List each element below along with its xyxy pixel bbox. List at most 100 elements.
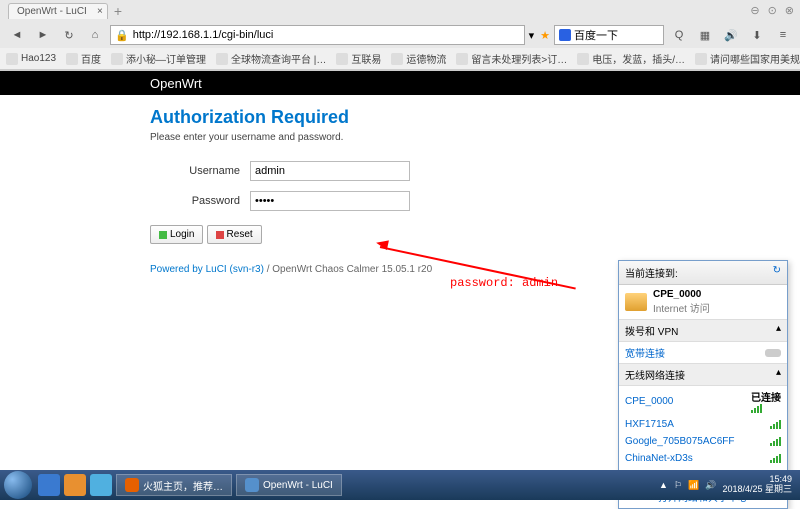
cancel-icon (216, 231, 224, 239)
footer: Powered by LuCI (svn-r3) / OpenWrt Chaos… (150, 264, 650, 275)
header-bar: OpenWrt (0, 71, 800, 95)
refresh-icon[interactable]: ↻ (773, 265, 781, 280)
arrow-head-icon (375, 238, 389, 250)
nav-toolbar: ◄ ► ↻ ⌂ 🔒 http://192.168.1.1/cgi-bin/luc… (0, 22, 800, 48)
bookmark-item[interactable]: 互联易 (336, 51, 381, 66)
taskbar-task[interactable]: OpenWrt - LuCI (236, 474, 342, 496)
tab-title: OpenWrt - LuCI (17, 6, 87, 17)
login-button[interactable]: Login (150, 225, 203, 244)
url-text: http://192.168.1.1/cgi-bin/luci (133, 29, 274, 41)
bookmark-item[interactable]: 留言未处理列表>订… (456, 51, 567, 66)
bookmark-item[interactable]: 请问哪些国家用美规… (695, 51, 800, 66)
favicon-icon (695, 53, 707, 65)
taskbar-task[interactable]: 火狐主页，推荐… (116, 474, 232, 496)
taskbar: 火狐主页，推荐… OpenWrt - LuCI ▲ ⚐ 📶 🔊 15:49 20… (0, 470, 800, 500)
bookmark-item[interactable]: 电压，发蓝，插头/… (577, 51, 685, 66)
volume-icon[interactable]: 🔊 (705, 480, 716, 491)
star-icon[interactable]: ★ (540, 29, 550, 42)
check-icon (159, 231, 167, 239)
favicon-icon (111, 53, 123, 65)
bookmark-item[interactable]: 添小秘—订单管理 (111, 51, 206, 66)
baidu-icon (559, 29, 571, 41)
favicon-icon (456, 53, 468, 65)
wifi-network-item[interactable]: ChinaNet-xD3s (619, 450, 787, 467)
close-icon[interactable]: × (97, 6, 103, 17)
reset-label: Reset (227, 229, 253, 240)
search-button[interactable]: Q (668, 25, 690, 45)
username-label: Username (150, 165, 250, 177)
chevron-up-icon[interactable]: ▴ (776, 367, 781, 382)
section-dial: 拨号和 VPN (625, 323, 678, 338)
clock[interactable]: 15:49 2018/4/25 星期三 (722, 475, 792, 495)
favicon-icon (336, 53, 348, 65)
luci-icon (245, 478, 259, 492)
favicon-icon (66, 53, 78, 65)
bookmark-label: Hao123 (21, 53, 56, 64)
section-wifi: 无线网络连接 (625, 367, 685, 382)
home-button[interactable]: ⌂ (84, 25, 106, 45)
lock-icon: 🔒 (115, 29, 129, 42)
popup-title: 当前连接到: (625, 265, 678, 280)
firefox-icon (125, 478, 139, 492)
current-network-name: CPE_0000 (653, 289, 710, 300)
signal-icon (770, 437, 781, 446)
bookmark-item[interactable]: 百度 (66, 51, 101, 66)
dial-item-label: 宽带连接 (625, 345, 665, 360)
wifi-name: CPE_0000 (625, 396, 673, 407)
router-icon (625, 293, 647, 311)
bookmark-label: 添小秘—订单管理 (126, 51, 206, 66)
annotation-text: password: admin (450, 276, 558, 290)
wifi-network-item[interactable]: CPE_0000 已连接 (619, 386, 787, 416)
close-window-icon[interactable]: ⊗ (785, 4, 794, 17)
tray-icon[interactable]: ▲ (659, 480, 668, 490)
bookmark-bar: Hao123 百度 添小秘—订单管理 全球物流查询平台 |… 互联易 运德物流 … (0, 48, 800, 70)
connected-badge: 已连接 (751, 393, 781, 404)
task-label: 火狐主页，推荐… (143, 478, 223, 493)
bookmark-label: 请问哪些国家用美规… (710, 51, 800, 66)
sound-icon[interactable]: 🔊 (720, 25, 742, 45)
search-placeholder: 百度一下 (574, 27, 618, 43)
maximize-icon[interactable]: ⊙ (768, 4, 777, 17)
bookmark-item[interactable]: 运德物流 (391, 51, 446, 66)
username-input[interactable] (250, 161, 410, 181)
reset-button[interactable]: Reset (207, 225, 262, 244)
current-network-status: Internet 访问 (653, 300, 710, 315)
pinned-app-icon[interactable] (38, 474, 60, 496)
login-label: Login (170, 229, 194, 240)
reload-button[interactable]: ↻ (58, 25, 80, 45)
menu-icon[interactable]: ≡ (772, 25, 794, 45)
signal-icon (770, 454, 781, 463)
wifi-name: HXF1715A (625, 419, 674, 430)
wifi-network-item[interactable]: Google_705B075AC6FF (619, 433, 787, 450)
minimize-icon[interactable]: ⊖ (750, 4, 759, 17)
password-label: Password (150, 195, 250, 207)
bookmark-item[interactable]: Hao123 (6, 53, 56, 65)
chevron-up-icon[interactable]: ▴ (776, 323, 781, 338)
favicon-icon (216, 53, 228, 65)
wifi-network-item[interactable]: HXF1715A (619, 416, 787, 433)
pinned-app-icon[interactable] (64, 474, 86, 496)
dropdown-icon[interactable]: ▾ (529, 29, 535, 42)
bookmark-label: 电压，发蓝，插头/… (592, 51, 685, 66)
download-icon[interactable]: ⬇ (746, 25, 768, 45)
new-tab-button[interactable]: + (114, 3, 122, 19)
grid-icon[interactable]: ▦ (694, 25, 716, 45)
flag-icon[interactable]: ⚐ (674, 480, 682, 491)
tab-bar: OpenWrt - LuCI × + ⊖ ⊙ ⊗ (0, 0, 800, 22)
back-button[interactable]: ◄ (6, 25, 28, 45)
browser-tab[interactable]: OpenWrt - LuCI × (8, 3, 108, 19)
forward-button[interactable]: ► (32, 25, 54, 45)
bookmark-label: 互联易 (351, 51, 381, 66)
password-input[interactable] (250, 191, 410, 211)
page-subtitle: Please enter your username and password. (150, 132, 650, 143)
start-button[interactable] (4, 471, 32, 499)
footer-link[interactable]: Powered by LuCI (svn-r3) (150, 264, 264, 275)
network-tray-icon[interactable]: 📶 (688, 480, 699, 491)
search-box[interactable]: 百度一下 (554, 25, 664, 45)
pinned-app-icon[interactable] (90, 474, 112, 496)
favicon-icon (6, 53, 18, 65)
bookmark-label: 运德物流 (406, 51, 446, 66)
url-bar[interactable]: 🔒 http://192.168.1.1/cgi-bin/luci (110, 25, 525, 45)
dial-item[interactable]: 宽带连接 (619, 342, 787, 363)
bookmark-item[interactable]: 全球物流查询平台 |… (216, 51, 326, 66)
